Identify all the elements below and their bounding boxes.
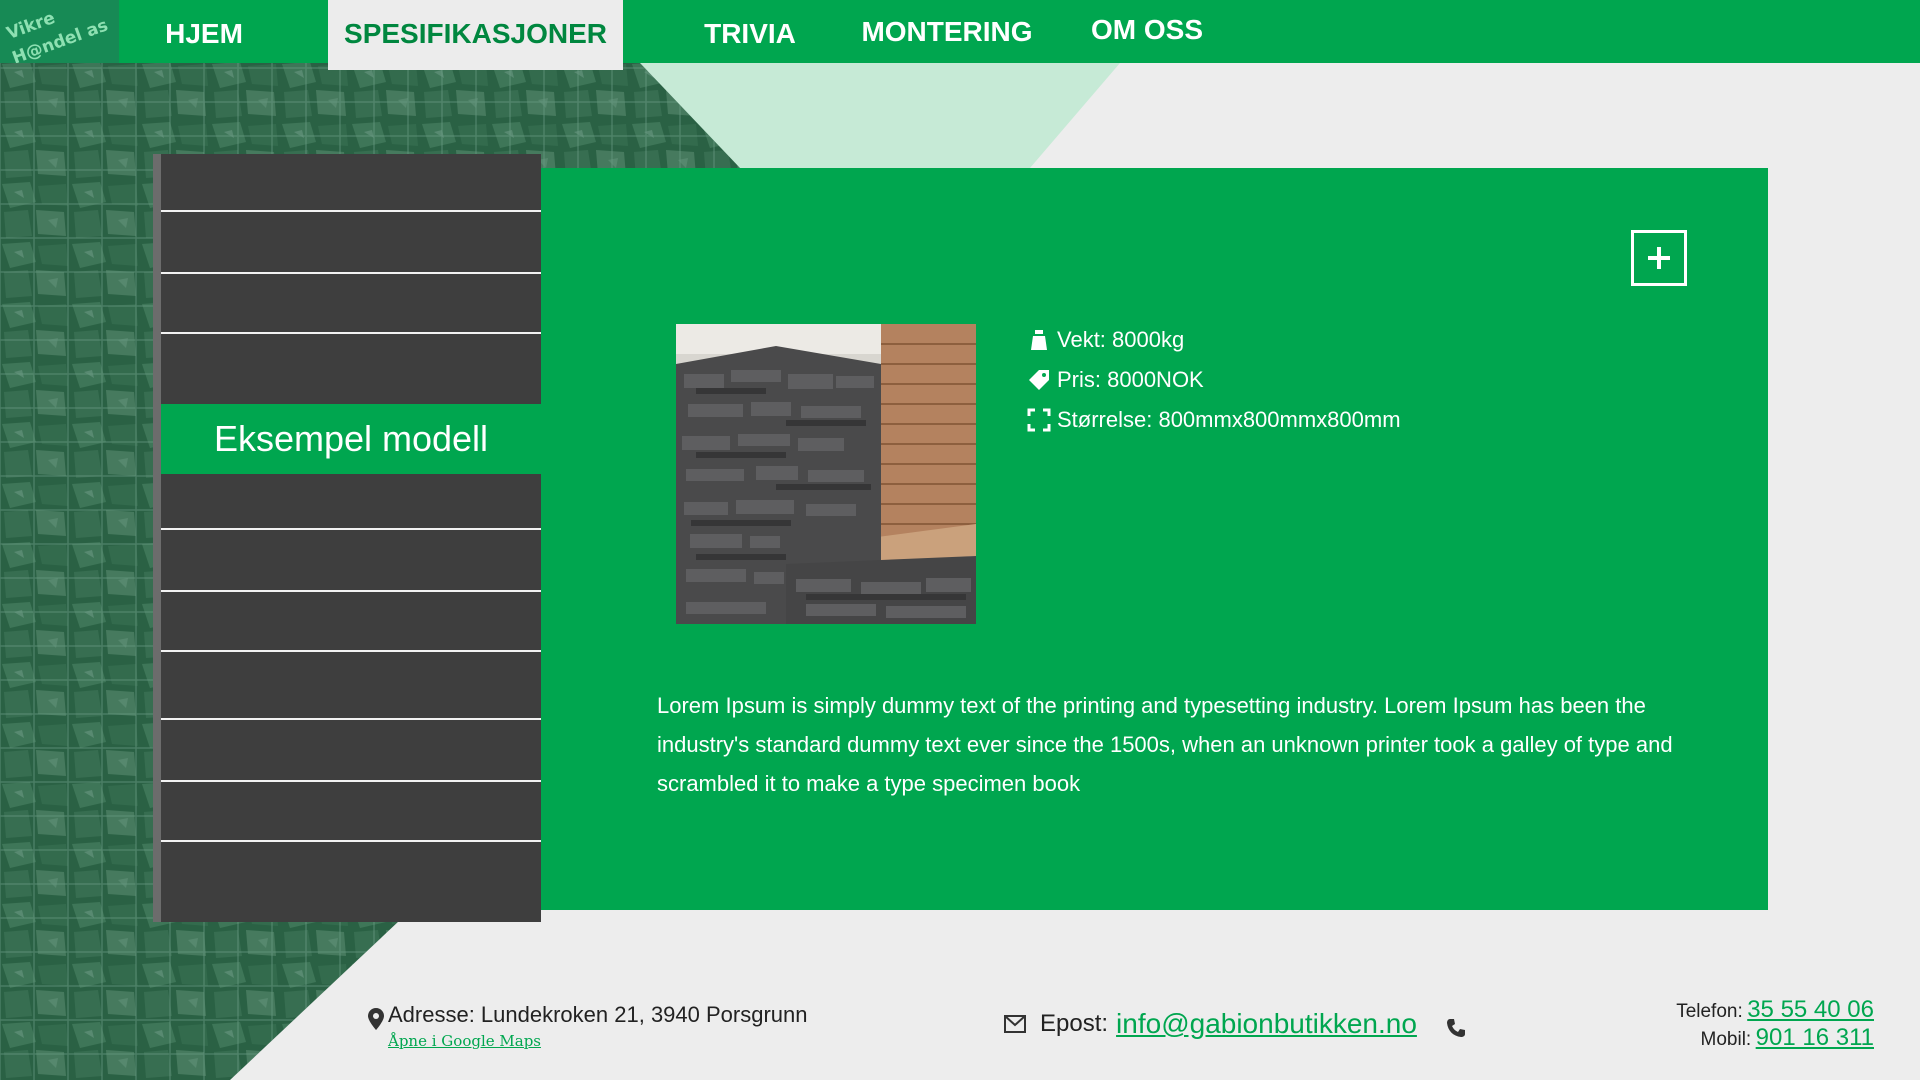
sidebar-item[interactable] <box>161 334 541 404</box>
product-description: Lorem Ipsum is simply dummy text of the … <box>657 693 1673 796</box>
plus-icon[interactable] <box>1631 230 1687 286</box>
spec-price: Pris: 8000NOK <box>1027 360 1401 400</box>
sidebar-item[interactable] <box>161 782 541 842</box>
sidebar-item[interactable] <box>161 652 541 720</box>
footer-phone: Telefon: 35 55 40 06 Mobil: 901 16 311 <box>1447 996 1874 1052</box>
size-expand-icon <box>1027 408 1051 432</box>
spec-size: Størrelse: 800mmx800mmx800mm <box>1027 400 1401 440</box>
spec-weight-text: Vekt: 8000kg <box>1057 327 1185 352</box>
mobile-link[interactable]: 901 16 311 <box>1756 1024 1874 1051</box>
sidebar-item[interactable] <box>161 530 541 592</box>
sidebar-edge <box>153 154 161 922</box>
price-tag-icon <box>1029 370 1049 390</box>
spec-price-text: Pris: 8000NOK <box>1057 367 1204 392</box>
sidebar-item[interactable] <box>161 154 541 212</box>
product-image <box>676 324 976 624</box>
phone-link[interactable]: 35 55 40 06 <box>1747 996 1874 1023</box>
address-text: Adresse: Lundekroken 21, 3940 Porsgrunn <box>388 1002 808 1027</box>
sidebar-item[interactable] <box>161 212 541 274</box>
weight-icon <box>1031 330 1047 350</box>
product-panel: Vekt: 8000kg Pris: 8000NOK Størrelse: 80… <box>541 168 1768 910</box>
sidebar-menu: Eksempel modell <box>161 154 541 922</box>
phone-label: Telefon: <box>1676 1001 1743 1022</box>
nav-item-spesifikasjoner[interactable]: SPESIFIKASJONER <box>328 0 623 70</box>
sidebar-item[interactable] <box>161 842 541 922</box>
nav-item-om-oss[interactable]: OM OSS <box>1082 0 1212 63</box>
spec-size-text: Størrelse: 800mmx800mmx800mm <box>1057 407 1401 432</box>
footer-email: Epost: info@gabionbutikken.no <box>1004 1008 1417 1040</box>
phone-icon <box>1447 1019 1466 1037</box>
google-maps-link[interactable]: Åpne i Google Maps <box>388 1032 541 1050</box>
email-link[interactable]: info@gabionbutikken.no <box>1116 1008 1417 1040</box>
mail-icon <box>1004 1015 1026 1033</box>
email-label: Epost: <box>1040 1010 1109 1037</box>
sidebar-item[interactable] <box>161 720 541 782</box>
sidebar-item[interactable] <box>161 274 541 334</box>
company-logo[interactable]: Vikre H@ndel as <box>0 0 119 63</box>
nav-item-hjem[interactable]: HJEM <box>119 0 289 63</box>
spec-weight: Vekt: 8000kg <box>1027 320 1401 360</box>
nav-item-trivia[interactable]: TRIVIA <box>680 0 820 63</box>
sidebar-item[interactable] <box>161 592 541 652</box>
sidebar-item[interactable] <box>161 474 541 530</box>
location-pin-icon <box>368 1008 384 1030</box>
nav-item-montering[interactable]: MONTERING <box>852 0 1042 63</box>
product-specs: Vekt: 8000kg Pris: 8000NOK Størrelse: 80… <box>1027 320 1401 440</box>
footer-address: Adresse: Lundekroken 21, 3940 Porsgrunn … <box>368 1000 808 1051</box>
sidebar-item-eksempel-modell[interactable]: Eksempel modell <box>161 404 541 474</box>
top-navigation-bar: Vikre H@ndel as HJEM SPESIFIKASJONER TRI… <box>0 0 1920 70</box>
mobile-label: Mobil: <box>1700 1029 1752 1050</box>
